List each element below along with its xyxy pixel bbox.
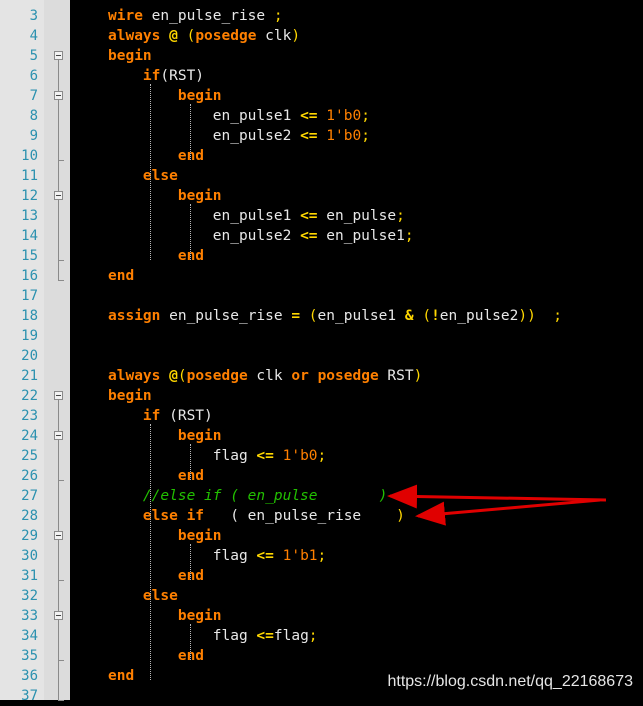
watermark-text: https://blog.csdn.net/qq_22168673 <box>387 673 633 690</box>
fold-end-mark <box>58 700 64 701</box>
arrow-to-line-28 <box>415 498 601 526</box>
annotation-arrows <box>387 484 607 526</box>
code-editor[interactable]: 3 wire en_pulse_rise ; 4 always @ (posedge … <box>0 0 643 704</box>
arrow-to-line-27 <box>387 484 607 509</box>
